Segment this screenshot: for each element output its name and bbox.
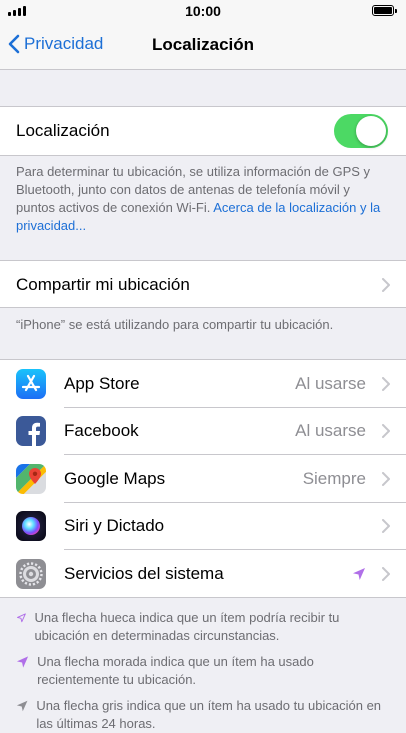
location-description: Para determinar tu ubicación, se utiliza… — [16, 163, 390, 235]
share-location-group: Compartir mi ubicación — [0, 260, 406, 308]
list-item-google-maps[interactable]: Google Maps Siempre — [0, 455, 406, 503]
list-item-app-store[interactable]: App Store Al usarse — [0, 360, 406, 408]
app-permission-value: Al usarse — [295, 421, 366, 441]
navigation-bar: Privacidad Localización — [0, 22, 406, 70]
app-name: Google Maps — [64, 468, 166, 488]
app-name: App Store — [64, 373, 140, 393]
app-permission-value: Siempre — [302, 468, 366, 488]
location-toggle-switch[interactable] — [334, 114, 388, 148]
battery-icon — [372, 5, 397, 16]
chevron-right-icon — [382, 278, 390, 292]
app-name: Facebook — [64, 421, 139, 441]
chevron-right-icon — [382, 471, 390, 486]
list-item-facebook[interactable]: Facebook Al usarse — [0, 408, 406, 455]
status-time: 10:00 — [185, 3, 221, 19]
status-bar: 10:00 — [0, 0, 406, 22]
purple-location-arrow-icon — [16, 656, 29, 668]
chevron-right-icon — [382, 376, 390, 391]
legend-text: Una flecha gris indica que un ítem ha us… — [36, 698, 382, 731]
hollow-location-arrow-icon — [17, 613, 26, 623]
settings-gear-icon — [16, 558, 46, 589]
location-toggle-group: Localización — [0, 106, 406, 156]
app-name: Servicios del sistema — [64, 563, 224, 583]
gray-location-arrow-icon — [16, 700, 28, 712]
toggle-knob — [356, 116, 386, 146]
legend-hollow-arrow: Una flecha hueca indica que un ítem podr… — [16, 609, 396, 645]
legend-gray-arrow: Una flecha gris indica que un ítem ha us… — [16, 697, 396, 733]
legend-text: Una flecha morada indica que un ítem ha … — [37, 654, 314, 687]
legend-text: Una flecha hueca indica que un ítem podr… — [34, 610, 340, 643]
share-location-row[interactable]: Compartir mi ubicación — [0, 261, 406, 309]
location-toggle-label: Localización — [16, 121, 110, 140]
legend-purple-arrow: Una flecha morada indica que un ítem ha … — [16, 653, 396, 689]
list-item-system-services[interactable]: Servicios del sistema — [0, 550, 406, 598]
google-maps-icon — [16, 463, 46, 494]
location-arrow-purple-icon — [353, 567, 365, 580]
page-title: Localización — [151, 35, 255, 54]
chevron-right-icon — [382, 566, 390, 581]
app-permission-value: Al usarse — [295, 373, 366, 393]
list-item-siri[interactable]: Siri y Dictado — [0, 503, 406, 550]
app-store-icon — [16, 368, 46, 399]
chevron-right-icon — [382, 424, 390, 439]
apps-list: App Store Al usarse Facebook Al usarse G… — [0, 359, 406, 598]
facebook-icon — [16, 416, 46, 447]
siri-icon — [16, 511, 46, 542]
chevron-right-icon — [382, 519, 390, 534]
app-name: Siri y Dictado — [64, 516, 165, 536]
location-toggle-row: Localización — [0, 107, 406, 155]
share-location-label: Compartir mi ubicación — [16, 275, 190, 294]
share-location-footer: “iPhone” se está utilizando para compart… — [16, 317, 334, 332]
